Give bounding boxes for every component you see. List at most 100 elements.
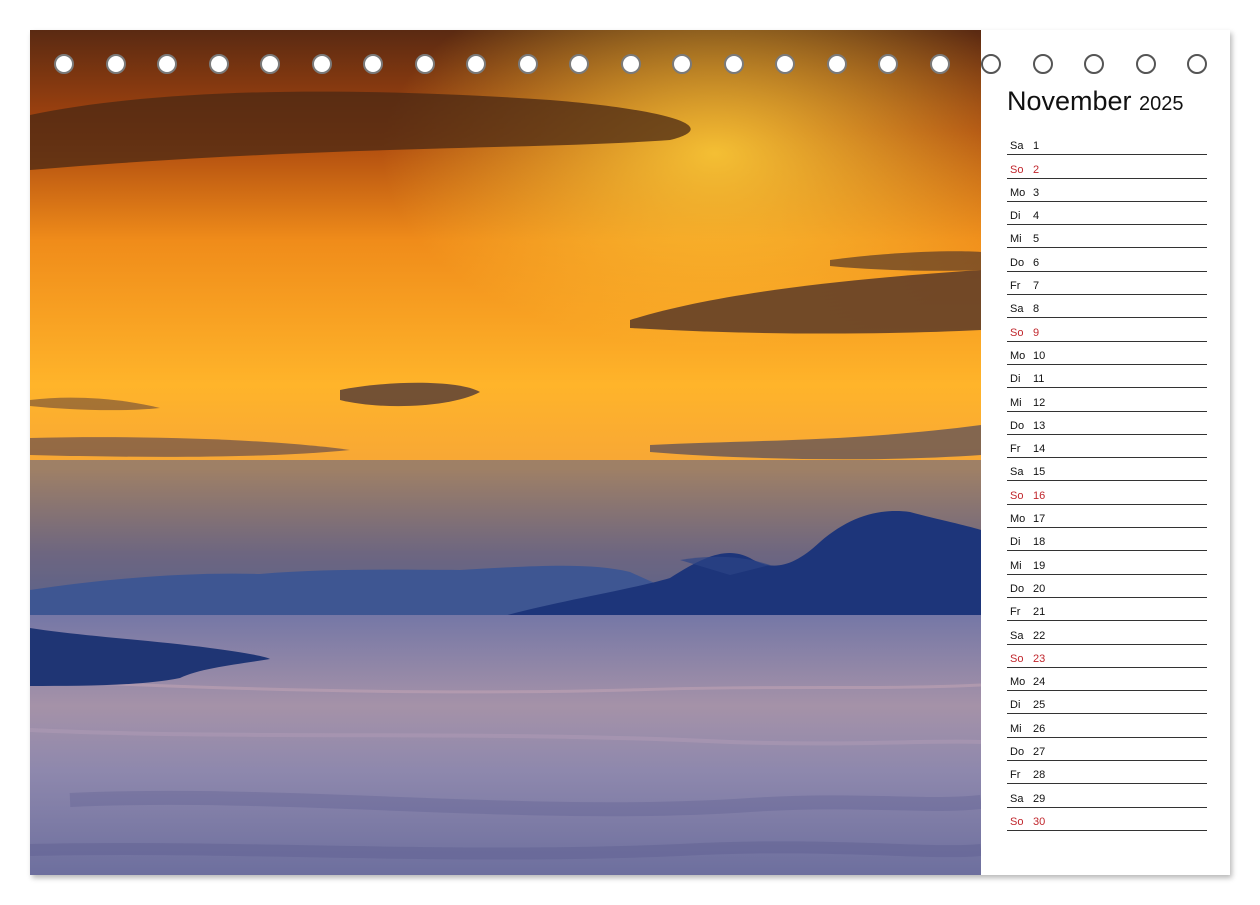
day-row: So 16 xyxy=(1007,481,1207,505)
day-row: Di 4 xyxy=(1007,202,1207,226)
day-number: 19 xyxy=(1033,559,1046,572)
weekday-label: So xyxy=(1010,652,1024,665)
day-row: Mi 12 xyxy=(1007,388,1207,412)
calendar-page: November 2025 Sa 1 So 2 Mo 3 Di 4 Mi 5 Do 6 Fr 7 Sa 8 So… xyxy=(30,30,1230,875)
day-number: 2 xyxy=(1033,163,1040,176)
binding-hole xyxy=(363,54,383,74)
day-number: 24 xyxy=(1033,676,1046,689)
weekday-label: Di xyxy=(1010,699,1021,712)
binding-hole xyxy=(1187,54,1207,74)
weekday-label: Mo xyxy=(1010,349,1026,362)
day-number: 21 xyxy=(1033,606,1046,619)
day-number: 5 xyxy=(1033,233,1040,246)
day-row: Sa 22 xyxy=(1007,621,1207,645)
day-number: 29 xyxy=(1033,792,1046,805)
spiral-binding-holes xyxy=(30,54,1230,80)
day-row: Fr 28 xyxy=(1007,761,1207,785)
binding-hole xyxy=(620,54,641,74)
day-number: 3 xyxy=(1033,186,1040,199)
day-number: 13 xyxy=(1033,419,1046,432)
day-row: Di 25 xyxy=(1007,691,1207,715)
day-row: Fr 14 xyxy=(1007,435,1207,459)
day-number: 7 xyxy=(1033,280,1040,293)
day-number: 8 xyxy=(1033,303,1040,316)
weekday-label: Sa xyxy=(1010,629,1024,642)
day-row: Mi 5 xyxy=(1007,225,1207,249)
day-number: 17 xyxy=(1033,513,1046,526)
day-number: 1 xyxy=(1033,140,1040,153)
weekday-label: So xyxy=(1010,489,1024,502)
day-number: 18 xyxy=(1033,536,1046,549)
binding-hole xyxy=(1032,54,1053,74)
binding-hole xyxy=(517,54,538,74)
day-number: 26 xyxy=(1033,722,1046,735)
weekday-label: Mi xyxy=(1010,233,1022,246)
weekday-label: So xyxy=(1010,815,1024,828)
weekday-label: Fr xyxy=(1010,769,1021,782)
day-row: Di 11 xyxy=(1007,365,1207,389)
day-number: 27 xyxy=(1033,746,1046,759)
day-row: So 30 xyxy=(1007,808,1207,831)
day-number: 28 xyxy=(1033,769,1046,782)
day-row: Sa 29 xyxy=(1007,784,1207,808)
day-row: Mi 19 xyxy=(1007,551,1207,575)
weekday-label: So xyxy=(1010,163,1024,176)
day-row: Mo 17 xyxy=(1007,505,1207,529)
day-row: So 2 xyxy=(1007,155,1207,179)
weekday-label: Di xyxy=(1010,373,1021,386)
day-row: So 9 xyxy=(1007,318,1207,342)
binding-hole xyxy=(157,54,177,74)
weekday-label: Sa xyxy=(1010,792,1024,805)
weekday-label: Do xyxy=(1010,256,1025,269)
binding-hole xyxy=(569,54,589,74)
binding-hole xyxy=(775,54,795,74)
day-row: Mo 24 xyxy=(1007,668,1207,692)
calendar-title: November 2025 xyxy=(1007,84,1207,118)
weekday-label: So xyxy=(1010,326,1024,339)
binding-hole xyxy=(1084,54,1104,74)
weekday-label: Fr xyxy=(1010,606,1021,619)
day-row: Do 13 xyxy=(1007,412,1207,435)
month-name: November xyxy=(1007,86,1132,116)
binding-hole xyxy=(208,54,229,74)
day-number: 6 xyxy=(1033,256,1040,269)
day-row: So 23 xyxy=(1007,645,1207,668)
day-row: Fr 21 xyxy=(1007,598,1207,622)
sunset-photo xyxy=(30,30,981,875)
day-row: Di 18 xyxy=(1007,528,1207,552)
day-number: 14 xyxy=(1033,443,1046,456)
day-number: 22 xyxy=(1033,629,1046,642)
day-number: 12 xyxy=(1033,396,1046,409)
weekday-label: Sa xyxy=(1010,466,1024,479)
day-number: 9 xyxy=(1033,326,1040,339)
binding-hole xyxy=(981,54,1001,74)
day-number: 15 xyxy=(1033,466,1046,479)
day-row: Do 27 xyxy=(1007,738,1207,762)
day-number: 23 xyxy=(1033,652,1046,665)
weekday-label: Mi xyxy=(1010,722,1022,735)
weekday-label: Fr xyxy=(1010,280,1021,293)
day-row: Fr 7 xyxy=(1007,272,1207,296)
day-number: 4 xyxy=(1033,210,1040,223)
weekday-label: Do xyxy=(1010,419,1025,432)
day-number: 10 xyxy=(1033,349,1046,362)
weekday-label: Mo xyxy=(1010,513,1026,526)
weekday-label: Mi xyxy=(1010,559,1022,572)
binding-hole xyxy=(1135,54,1156,74)
binding-hole xyxy=(311,54,332,74)
day-number: 25 xyxy=(1033,699,1046,712)
weekday-label: Sa xyxy=(1010,140,1024,153)
binding-hole xyxy=(723,54,744,74)
day-number: 20 xyxy=(1033,582,1046,595)
binding-hole xyxy=(826,54,847,74)
weekday-label: Mi xyxy=(1010,396,1022,409)
day-list: Sa 1 So 2 Mo 3 Di 4 Mi 5 Do 6 Fr 7 Sa 8 So 9 Mo 10 Di 11 Mi 12 D… xyxy=(1007,132,1207,831)
day-row: Mo 3 xyxy=(1007,179,1207,202)
binding-hole xyxy=(878,54,898,74)
binding-hole xyxy=(414,54,435,74)
day-number: 16 xyxy=(1033,489,1046,502)
binding-hole xyxy=(672,54,692,74)
day-row: Sa 1 xyxy=(1007,132,1207,156)
binding-hole xyxy=(466,54,486,74)
day-row: Do 6 xyxy=(1007,248,1207,272)
